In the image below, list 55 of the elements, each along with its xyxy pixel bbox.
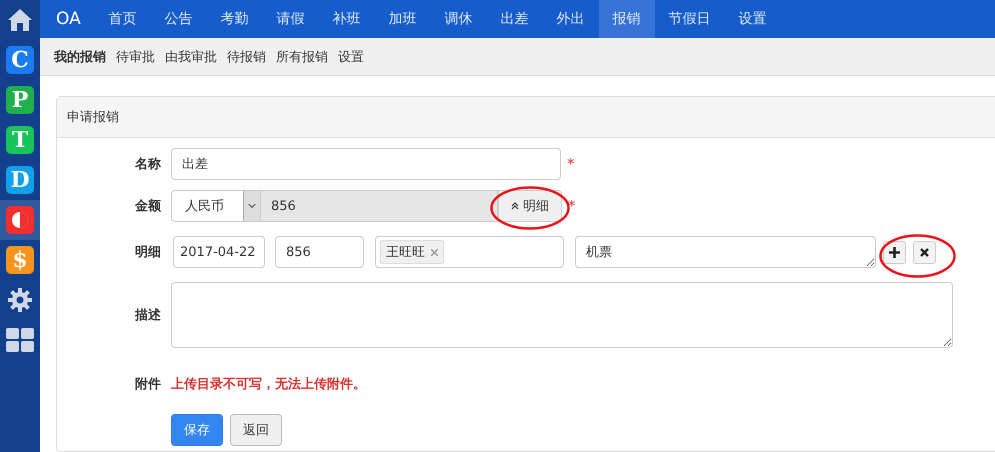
app-icon[interactable]: C — [6, 46, 34, 74]
nav-tab[interactable]: 请假 — [262, 0, 319, 38]
back-button[interactable]: 返回 — [230, 414, 282, 446]
sidebar-item[interactable] — [0, 200, 40, 240]
currency-select[interactable]: 人民币 — [171, 190, 261, 222]
close-icon — [920, 248, 929, 256]
panel-title: 申请报销 — [57, 97, 995, 138]
sidebar-item[interactable]: C — [0, 40, 40, 80]
nav-tab[interactable]: 补班 — [318, 0, 375, 38]
required-mark: * — [567, 155, 574, 173]
field-label: 附件 — [134, 376, 162, 393]
amount-field[interactable]: 856 — [261, 190, 498, 222]
sub-nav-link[interactable]: 待审批 — [116, 48, 155, 66]
sub-nav-link[interactable]: 我的报销 — [54, 48, 106, 66]
brand-logo[interactable]: OA — [56, 0, 81, 38]
field-label: 明细 — [134, 244, 162, 261]
nav-tab[interactable]: 首页 — [94, 0, 151, 38]
nav-tab[interactable]: 报销 — [598, 0, 655, 38]
nav-tab[interactable]: 设置 — [724, 0, 781, 38]
sub-nav-link[interactable]: 设置 — [338, 48, 364, 66]
app-icon[interactable]: D — [6, 166, 34, 194]
double-chevron-icon — [511, 202, 519, 210]
settings-icon[interactable] — [7, 287, 33, 313]
person-field[interactable]: 王旺旺 — [375, 236, 564, 268]
remark-field[interactable]: 机票 — [575, 236, 876, 268]
nav-tab[interactable]: 加班 — [374, 0, 431, 38]
app-icon[interactable]: P — [6, 86, 34, 114]
sub-nav-link[interactable]: 待报销 — [227, 48, 266, 66]
nav-tab[interactable]: 公告 — [150, 0, 207, 38]
home-icon[interactable] — [7, 8, 33, 32]
nav-tab[interactable]: 外出 — [542, 0, 599, 38]
sidebar-item[interactable]: P — [0, 80, 40, 120]
plus-icon — [889, 246, 900, 258]
amount-field[interactable]: 856 — [275, 236, 364, 268]
field-label: 名称 — [134, 156, 162, 173]
add-button[interactable] — [883, 240, 906, 264]
sidebar-item[interactable]: D — [0, 160, 40, 200]
field-label: 金额 — [134, 198, 162, 215]
sub-nav-link[interactable]: 所有报销 — [276, 48, 328, 66]
nav-tab[interactable]: 考勤 — [206, 0, 263, 38]
name-field[interactable]: 出差 — [171, 148, 561, 180]
field-label: 描述 — [134, 307, 162, 324]
app-icon[interactable] — [6, 206, 34, 234]
nav-tab[interactable]: 出差 — [486, 0, 543, 38]
sub-nav-link[interactable]: 由我审批 — [165, 48, 217, 66]
save-button[interactable]: 保存 — [171, 414, 223, 446]
person-tag: 王旺旺 — [380, 240, 444, 264]
detail-toggle-button[interactable]: 明细 — [498, 190, 562, 222]
remove-button[interactable] — [913, 240, 936, 264]
date-field[interactable]: 2017-04-22 — [173, 236, 265, 268]
nav-tab[interactable]: 节假日 — [654, 0, 725, 38]
error-message: 上传目录不可写，无法上传附件。 — [171, 376, 366, 393]
grid-icon[interactable] — [6, 328, 34, 352]
description-field[interactable] — [171, 282, 953, 348]
nav-tab[interactable]: 调休 — [430, 0, 487, 38]
